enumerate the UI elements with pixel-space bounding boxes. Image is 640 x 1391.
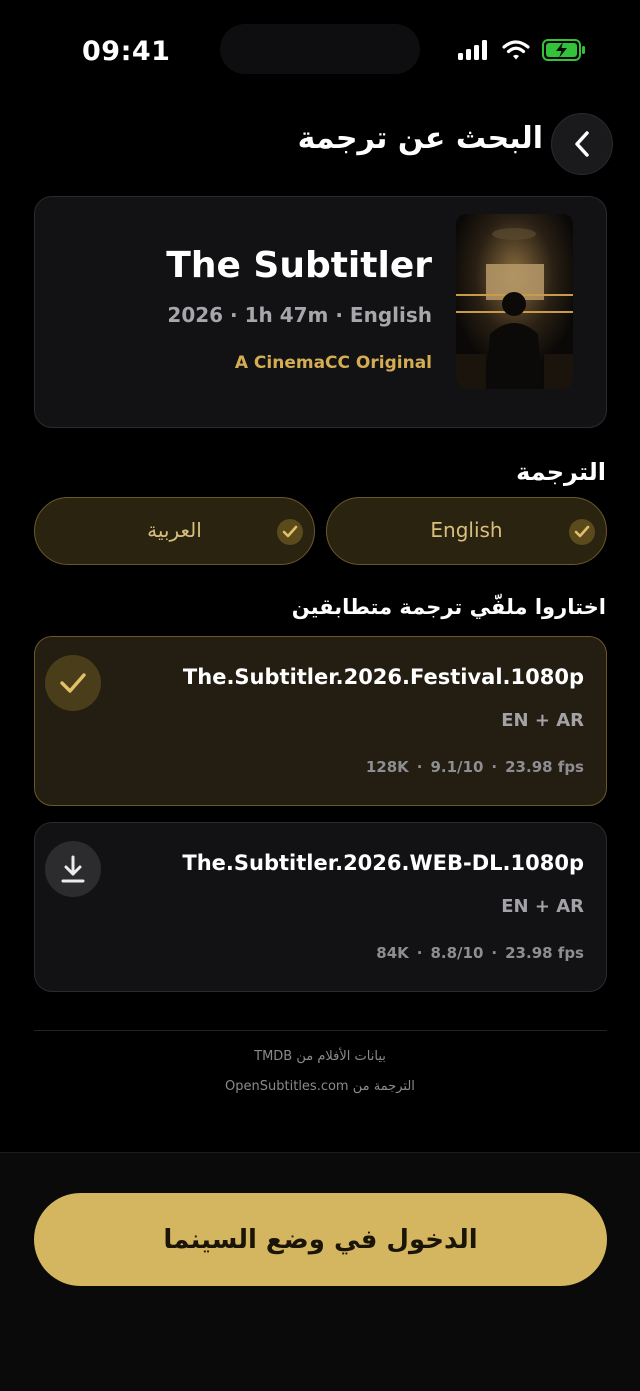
chevron-left-icon	[575, 131, 589, 157]
subtitle-file-size: 128K	[365, 758, 409, 776]
subtitle-file-languages: EN + AR	[501, 896, 584, 917]
tmdb-credit: بيانات الأفلام من TMDB	[254, 1049, 386, 1064]
dynamic-island	[220, 24, 420, 74]
movie-card: The Subtitler 2026 · 1h 47m · English A …	[34, 196, 607, 428]
separator-dot: ·	[491, 758, 498, 776]
signal-icon	[458, 40, 487, 60]
status-bar: 09:41	[0, 0, 640, 100]
separator-dot: ·	[491, 944, 498, 962]
subtitle-file-languages: EN + AR	[501, 710, 584, 731]
files-section-label: اختاروا ملفّي ترجمة متطابقين	[291, 595, 606, 619]
subtitle-file-rating: 9.1/10	[430, 758, 484, 776]
header: البحث عن ترجمة	[0, 113, 640, 177]
status-time: 09:41	[82, 36, 171, 67]
subtitle-file-size: 84K	[376, 944, 409, 962]
subtitle-file-name: The.Subtitler.2026.WEB-DL.1080p	[182, 851, 584, 875]
subtitle-file-item[interactable]: The.Subtitler.2026.WEB-DL.1080p EN + AR …	[34, 822, 607, 992]
subtitle-file-rating: 8.8/10	[430, 944, 484, 962]
language-label: English	[430, 518, 503, 542]
subtitle-file-stats: 84K · 8.8/10 · 23.98 fps	[376, 944, 584, 962]
movie-poster	[456, 214, 573, 389]
wifi-icon	[502, 40, 530, 60]
subtitle-file-fps: 23.98 fps	[505, 944, 584, 962]
language-option-arabic[interactable]: العربية	[34, 497, 315, 565]
subtitle-file-item[interactable]: The.Subtitler.2026.Festival.1080p EN + A…	[34, 636, 607, 806]
subtitle-section-label: الترجمة	[516, 458, 606, 486]
language-label: العربية	[147, 518, 202, 542]
check-icon	[45, 655, 101, 711]
language-option-english[interactable]: English	[326, 497, 607, 565]
page-title: البحث عن ترجمة	[297, 121, 543, 156]
divider	[34, 1030, 607, 1031]
battery-charging-icon	[542, 39, 585, 61]
separator-dot: ·	[416, 944, 423, 962]
back-button[interactable]	[551, 113, 613, 175]
opensubtitles-credit: الترجمة من OpenSubtitles.com	[225, 1079, 415, 1094]
subtitle-file-name: The.Subtitler.2026.Festival.1080p	[182, 665, 584, 689]
movie-title: The Subtitler	[166, 245, 432, 286]
subtitle-file-stats: 128K · 9.1/10 · 23.98 fps	[366, 758, 584, 776]
separator-dot: ·	[416, 758, 423, 776]
movie-original-badge: A CinemaCC Original	[234, 353, 432, 373]
subtitle-file-fps: 23.98 fps	[505, 758, 584, 776]
status-icons	[458, 39, 586, 61]
enter-cinema-mode-button[interactable]: الدخول في وضع السينما	[34, 1193, 607, 1286]
movie-meta: 2026 · 1h 47m · English	[167, 303, 432, 327]
download-icon[interactable]	[45, 841, 101, 897]
